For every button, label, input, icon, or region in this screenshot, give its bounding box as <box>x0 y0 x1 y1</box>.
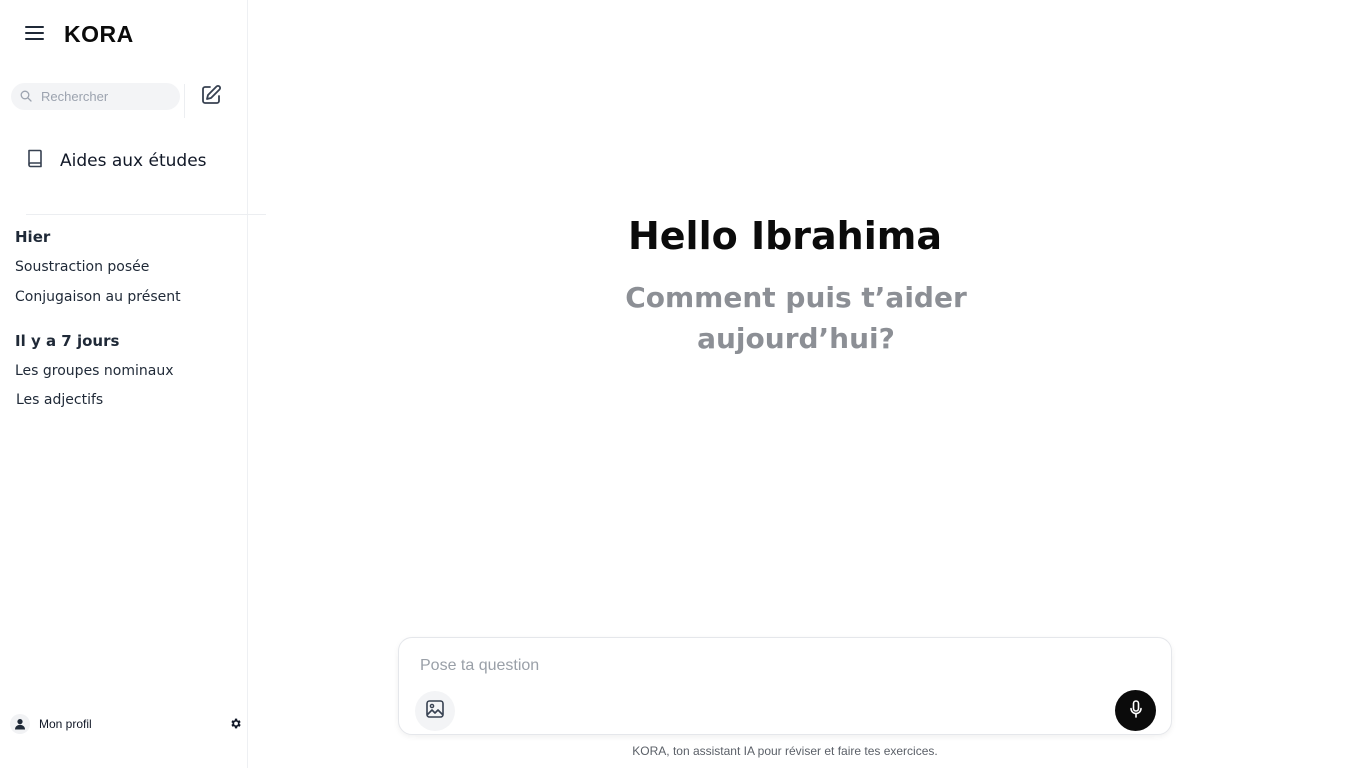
history-item[interactable]: Les groupes nominaux <box>15 363 174 379</box>
profile-label: Mon profil <box>39 717 92 731</box>
search-input[interactable] <box>39 88 169 105</box>
user-icon <box>14 715 26 734</box>
history-section-title: Hier <box>15 228 51 246</box>
footer-note: KORA, ton assistant IA pour réviser et f… <box>632 744 938 758</box>
search-icon <box>20 87 32 106</box>
question-input[interactable] <box>418 654 1118 678</box>
sidebar-divider <box>26 214 266 215</box>
greeting-title: Hello Ibrahima <box>627 214 942 258</box>
avatar <box>10 714 30 734</box>
book-icon <box>26 148 44 173</box>
profile-button[interactable]: Mon profil <box>10 714 92 734</box>
menu-button[interactable] <box>22 22 48 48</box>
settings-button[interactable] <box>227 716 243 732</box>
greeting-subtitle: Comment puis t’aider aujourd’hui? <box>625 281 967 355</box>
menu-icon <box>25 25 45 45</box>
history-item[interactable]: Conjugaison au présent <box>15 289 181 305</box>
image-icon <box>425 699 445 723</box>
chat-area: Hello Ibrahima Comment puis t’aider aujo… <box>248 0 1366 768</box>
app-logo: KORA <box>64 21 134 47</box>
microphone-button[interactable] <box>1115 690 1156 731</box>
upload-image-button[interactable] <box>415 691 455 731</box>
search-separator <box>184 84 185 118</box>
history-section-title: Il y a 7 jours <box>15 332 120 350</box>
search-box[interactable] <box>11 83 180 110</box>
microphone-icon <box>1129 699 1143 722</box>
study-aids-item[interactable]: Aides aux études <box>26 148 207 173</box>
new-chat-button[interactable] <box>198 84 224 110</box>
study-aids-label: Aides aux études <box>60 150 207 171</box>
message-composer <box>398 637 1172 735</box>
edit-icon <box>200 84 222 110</box>
history-item[interactable]: Les adjectifs <box>16 392 103 408</box>
gear-icon <box>229 715 242 734</box>
history-item[interactable]: Soustraction posée <box>15 259 149 275</box>
sidebar: KORA Aides aux études Hier Soustra <box>0 0 266 768</box>
